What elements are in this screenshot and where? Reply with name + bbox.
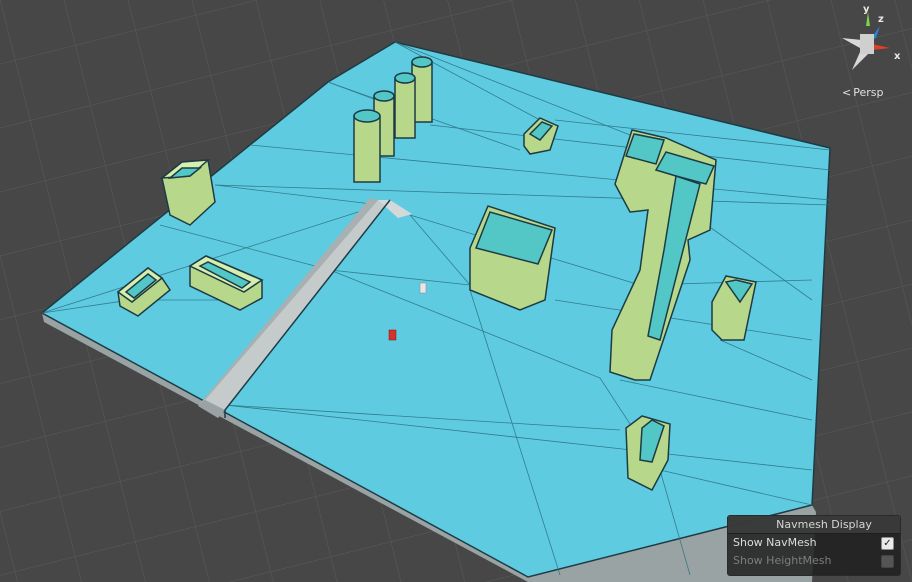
orientation-gizmo-icon (842, 12, 890, 70)
chevron-left-icon: < (842, 86, 852, 99)
navmesh-display-panel: Navmesh Display Show NavMesh ✓ Show Heig… (727, 515, 901, 576)
gizmo-axis-z: z (878, 14, 884, 25)
scene-viewport[interactable] (0, 0, 912, 582)
show-heightmesh-checkbox (881, 555, 894, 568)
orientation-gizmo[interactable]: y z x (830, 4, 908, 88)
show-navmesh-label: Show NavMesh (733, 536, 817, 549)
show-navmesh-checkbox[interactable]: ✓ (881, 537, 894, 550)
projection-label: Persp (853, 86, 884, 99)
show-heightmesh-row: Show HeightMesh (728, 552, 900, 570)
show-navmesh-row[interactable]: Show NavMesh ✓ (728, 534, 900, 552)
gizmo-axis-y: y (863, 4, 870, 15)
gizmo-axis-x: x (894, 51, 901, 62)
show-heightmesh-label: Show HeightMesh (733, 554, 832, 567)
panel-title: Navmesh Display (728, 516, 900, 534)
agent-red (388, 329, 397, 341)
agent-white (419, 282, 427, 294)
projection-toggle[interactable]: < Persp (842, 86, 883, 99)
